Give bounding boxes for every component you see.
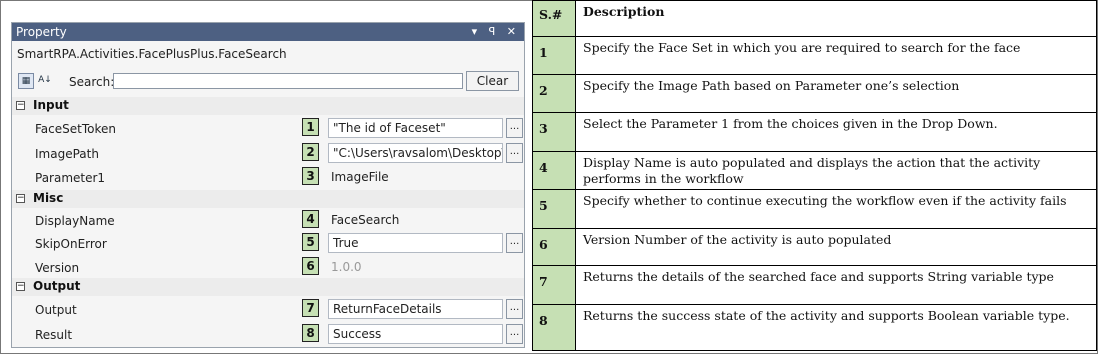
property-name: Parameter1: [35, 171, 106, 185]
property-value-text[interactable]: FaceSearch: [331, 213, 399, 227]
property-name: Output: [35, 303, 77, 317]
property-value-input[interactable]: "C:\Users\ravsalom\Desktop\ele: [328, 143, 503, 163]
category-output[interactable]: − Output: [12, 278, 524, 296]
row-description: Specify whether to continue executing th…: [575, 189, 1097, 229]
category-label: Input: [33, 98, 69, 112]
category-label: Output: [33, 279, 81, 293]
property-row-version: Version 6 1.0.0: [12, 256, 524, 280]
row-description: Version Number of the activity is auto p…: [575, 228, 1097, 266]
row-sn: 6: [532, 228, 576, 266]
property-row-result[interactable]: Result 8 Success ...: [12, 323, 524, 347]
callout-number: 4: [302, 210, 319, 228]
callout-number: 5: [302, 233, 319, 251]
search-label: Search:: [69, 75, 115, 89]
callout-number: 7: [302, 299, 319, 317]
clear-button[interactable]: Clear: [466, 71, 519, 91]
property-value-input[interactable]: True: [328, 233, 503, 253]
property-name: ImagePath: [35, 147, 99, 161]
row-sn: 2: [532, 74, 576, 113]
callout-number: 2: [302, 143, 319, 161]
activity-type-name: SmartRPA.Activities.FacePlusPlus.FaceSea…: [17, 47, 287, 61]
row-description: Returns the success state of the activit…: [575, 304, 1097, 351]
ellipsis-button[interactable]: ...: [506, 143, 523, 163]
row-sn: 1: [532, 36, 576, 75]
property-value-input[interactable]: Success: [328, 324, 503, 344]
property-panel: Property ▾ ꟼ ✕ SmartRPA.Activities.FaceP…: [11, 22, 525, 348]
ellipsis-button[interactable]: ...: [506, 233, 523, 253]
collapse-icon[interactable]: −: [16, 101, 25, 110]
callout-number: 8: [302, 324, 319, 342]
collapse-icon[interactable]: −: [16, 282, 25, 291]
property-name: Version: [35, 261, 80, 275]
row-sn: 8: [532, 304, 576, 351]
property-name: Result: [35, 328, 73, 342]
property-toolbar: ▦ A↓ Search: Clear: [12, 71, 524, 95]
property-row-skiponerror[interactable]: SkipOnError 5 True ...: [12, 232, 524, 256]
description-table: S.# Description 1 Specify the Face Set i…: [532, 0, 1098, 354]
property-name: DisplayName: [35, 214, 115, 228]
collapse-icon[interactable]: −: [16, 194, 25, 203]
property-title: Property: [16, 25, 67, 39]
categorized-view-icon[interactable]: ▦: [18, 73, 34, 89]
property-row-imagepath[interactable]: ImagePath 2 "C:\Users\ravsalom\Desktop\e…: [12, 142, 524, 166]
ellipsis-button[interactable]: ...: [506, 118, 523, 138]
property-row-facesettoken[interactable]: FaceSetToken 1 "The id of Faceset" ...: [12, 117, 524, 141]
callout-number: 3: [302, 167, 319, 185]
callout-number: 6: [302, 257, 319, 275]
property-name: FaceSetToken: [35, 122, 116, 136]
property-row-output[interactable]: Output 7 ReturnFaceDetails ...: [12, 298, 524, 322]
row-description: Select the Parameter 1 from the choices …: [575, 112, 1097, 152]
property-value-input[interactable]: ReturnFaceDetails: [328, 299, 503, 319]
row-sn: 3: [532, 112, 576, 152]
row-sn: 7: [532, 265, 576, 305]
row-description: Specify the Image Path based on Paramete…: [575, 74, 1097, 113]
row-description: Returns the details of the searched face…: [575, 265, 1097, 305]
property-titlebar: Property ▾ ꟼ ✕: [12, 23, 524, 41]
row-description: Specify the Face Set in which you are re…: [575, 36, 1097, 75]
ellipsis-button[interactable]: ...: [506, 299, 523, 319]
property-value-dropdown[interactable]: ImageFile: [331, 170, 389, 184]
category-misc[interactable]: − Misc: [12, 190, 524, 208]
category-label: Misc: [33, 191, 64, 205]
category-input[interactable]: − Input: [12, 97, 524, 115]
header-sn: S.#: [532, 0, 576, 37]
ellipsis-button[interactable]: ...: [506, 324, 523, 344]
property-value-readonly: 1.0.0: [331, 260, 362, 274]
property-value-input[interactable]: "The id of Faceset": [328, 118, 503, 138]
row-sn: 5: [532, 189, 576, 229]
callout-number: 1: [302, 118, 319, 136]
property-row-displayname[interactable]: DisplayName 4 FaceSearch: [12, 209, 524, 233]
row-sn: 4: [532, 151, 576, 190]
window-controls-icon[interactable]: ▾ ꟼ ✕: [472, 23, 520, 41]
sort-alphabetical-icon[interactable]: A↓: [37, 73, 53, 89]
search-input[interactable]: [113, 73, 463, 89]
property-name: SkipOnError: [35, 237, 107, 251]
property-row-parameter1[interactable]: Parameter1 3 ImageFile: [12, 166, 524, 190]
header-description: Description: [575, 0, 1097, 37]
row-description: Display Name is auto populated and displ…: [575, 151, 1097, 190]
